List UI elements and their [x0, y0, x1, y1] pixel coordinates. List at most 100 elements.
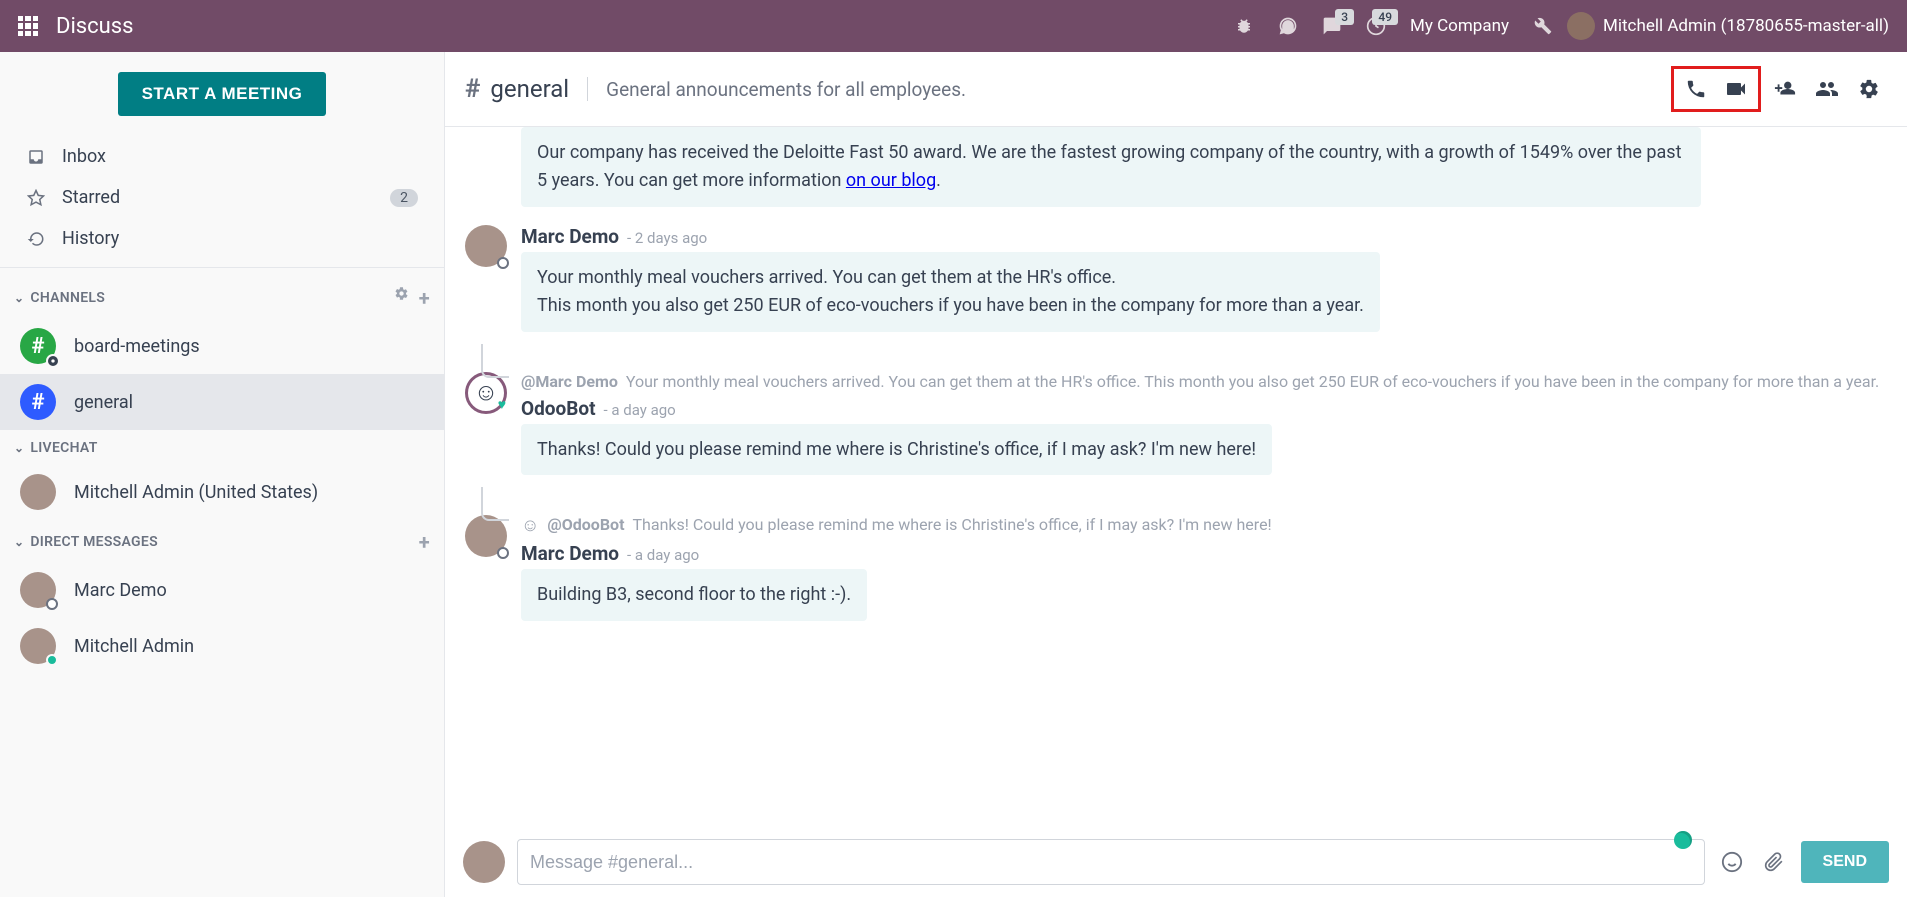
reply-text: Your monthly meal vouchers arrived. You … [626, 372, 1879, 391]
channel-general[interactable]: # general [0, 374, 444, 430]
nav-label: Starred [62, 187, 120, 208]
avatar [465, 515, 507, 557]
phone-icon[interactable] [1268, 6, 1308, 46]
blog-link[interactable]: on our blog [846, 170, 936, 191]
livechat-header[interactable]: ⌄ LIVECHAT [0, 430, 444, 464]
divider [587, 77, 588, 101]
app-title: Discuss [56, 14, 1224, 39]
sidebar-nav-starred[interactable]: Starred 2 [0, 177, 444, 218]
gear-icon[interactable] [1851, 71, 1887, 107]
dm-marc-demo[interactable]: Marc Demo [0, 562, 444, 618]
message: Marc Demo - 2 days ago Your monthly meal… [465, 225, 1887, 332]
chat-header: # general General announcements for all … [445, 52, 1907, 127]
tools-icon[interactable] [1523, 6, 1563, 46]
section-label: DIRECT MESSAGES [30, 534, 158, 550]
hash-icon: # [465, 74, 480, 104]
message-author: OdooBot [521, 397, 596, 420]
chevron-down-icon: ⌄ [14, 535, 24, 549]
message-bubble: Thanks! Could you please remind me where… [521, 424, 1272, 476]
message-time: - a day ago [604, 401, 676, 419]
channel-name: board-meetings [74, 336, 200, 357]
apps-menu-icon[interactable] [18, 16, 38, 36]
section-label: LIVECHAT [30, 440, 97, 456]
call-actions-highlight [1671, 66, 1761, 112]
message-input[interactable] [530, 852, 1692, 873]
dm-header[interactable]: ⌄ DIRECT MESSAGES + [0, 520, 444, 562]
nav-label: Inbox [62, 146, 106, 167]
composer-avatar [463, 841, 505, 883]
message-bubble: Your monthly meal vouchers arrived. You … [521, 252, 1380, 332]
reply-connector [481, 487, 509, 521]
user-avatar [1567, 12, 1595, 40]
send-button[interactable]: SEND [1801, 841, 1889, 883]
start-meeting-button[interactable]: START A MEETING [118, 72, 327, 116]
message-author: Marc Demo [521, 225, 619, 248]
starred-count: 2 [390, 189, 418, 207]
message-time: - 2 days ago [627, 229, 707, 247]
plus-icon[interactable]: + [419, 530, 430, 554]
activities-badge: 49 [1372, 9, 1398, 25]
section-label: CHANNELS [30, 290, 105, 306]
inbox-icon [26, 148, 46, 166]
reply-author: @Marc Demo [521, 372, 618, 391]
debug-icon[interactable] [1224, 6, 1264, 46]
channel-hash-icon: # [20, 384, 56, 420]
dm-mitchell-admin[interactable]: Mitchell Admin [0, 618, 444, 674]
message-list[interactable]: Our company has received the Deloitte Fa… [445, 127, 1907, 827]
channel-title: general [490, 75, 569, 103]
avatar [20, 628, 56, 664]
sidebar: START A MEETING Inbox Starred 2 History … [0, 52, 445, 897]
user-menu[interactable]: Mitchell Admin (18780655-master-all) [1567, 12, 1889, 40]
emoji-icon[interactable] [1717, 851, 1747, 873]
channel-description: General announcements for all employees. [606, 78, 966, 101]
composer: SEND [445, 827, 1907, 897]
members-icon[interactable] [1809, 71, 1845, 107]
divider [0, 267, 444, 268]
message-input-wrap [517, 839, 1705, 885]
bot-avatar: ☺♥ [465, 372, 507, 414]
message: ☺♥ @Marc Demo Your monthly meal vouchers … [465, 372, 1887, 476]
loading-indicator [1674, 831, 1692, 849]
plus-icon[interactable]: + [419, 286, 430, 310]
channel-hash-icon: # [20, 328, 56, 364]
sidebar-nav-inbox[interactable]: Inbox [0, 136, 444, 177]
avatar [20, 474, 56, 510]
message-bubble: Our company has received the Deloitte Fa… [521, 127, 1701, 207]
messages-icon[interactable]: 3 [1312, 6, 1352, 46]
add-user-icon[interactable] [1767, 71, 1803, 107]
avatar [20, 572, 56, 608]
chevron-down-icon: ⌄ [14, 441, 24, 455]
reply-context[interactable]: @Marc Demo Your monthly meal vouchers arr… [521, 372, 1887, 391]
message-author: Marc Demo [521, 542, 619, 565]
dm-name: Mitchell Admin [74, 636, 194, 657]
star-icon [26, 189, 46, 207]
activities-icon[interactable]: 49 [1356, 6, 1396, 46]
livechat-item[interactable]: Mitchell Admin (United States) [0, 464, 444, 520]
topbar: Discuss 3 49 My Company Mitchell Admin (… [0, 0, 1907, 52]
reply-connector [481, 344, 509, 378]
channel-board-meetings[interactable]: # board-meetings [0, 318, 444, 374]
video-call-icon[interactable] [1718, 71, 1754, 107]
main-chat: # general General announcements for all … [445, 52, 1907, 897]
gear-icon[interactable] [394, 286, 409, 310]
message-time: - a day ago [627, 546, 699, 564]
smile-icon: ☺ [521, 515, 539, 536]
reply-author: @OdooBot [547, 515, 624, 534]
livechat-name: Mitchell Admin (United States) [74, 482, 318, 503]
dm-name: Marc Demo [74, 580, 167, 601]
username: Mitchell Admin (18780655-master-all) [1603, 16, 1889, 36]
voice-call-icon[interactable] [1678, 71, 1714, 107]
chevron-down-icon: ⌄ [14, 291, 24, 305]
nav-label: History [62, 228, 119, 249]
avatar [465, 225, 507, 267]
channels-header[interactable]: ⌄ CHANNELS + [0, 276, 444, 318]
company-selector[interactable]: My Company [1400, 16, 1519, 36]
history-icon [26, 230, 46, 248]
sidebar-nav-history[interactable]: History [0, 218, 444, 259]
channel-name: general [74, 392, 133, 413]
attachment-icon[interactable] [1759, 852, 1789, 872]
messages-badge: 3 [1335, 9, 1354, 25]
reply-context[interactable]: ☺ @OdooBotThanks! Could you please remin… [521, 515, 1887, 536]
message: ☺ @OdooBotThanks! Could you please remin… [465, 515, 1887, 621]
message-bubble: Building B3, second floor to the right :… [521, 569, 867, 621]
